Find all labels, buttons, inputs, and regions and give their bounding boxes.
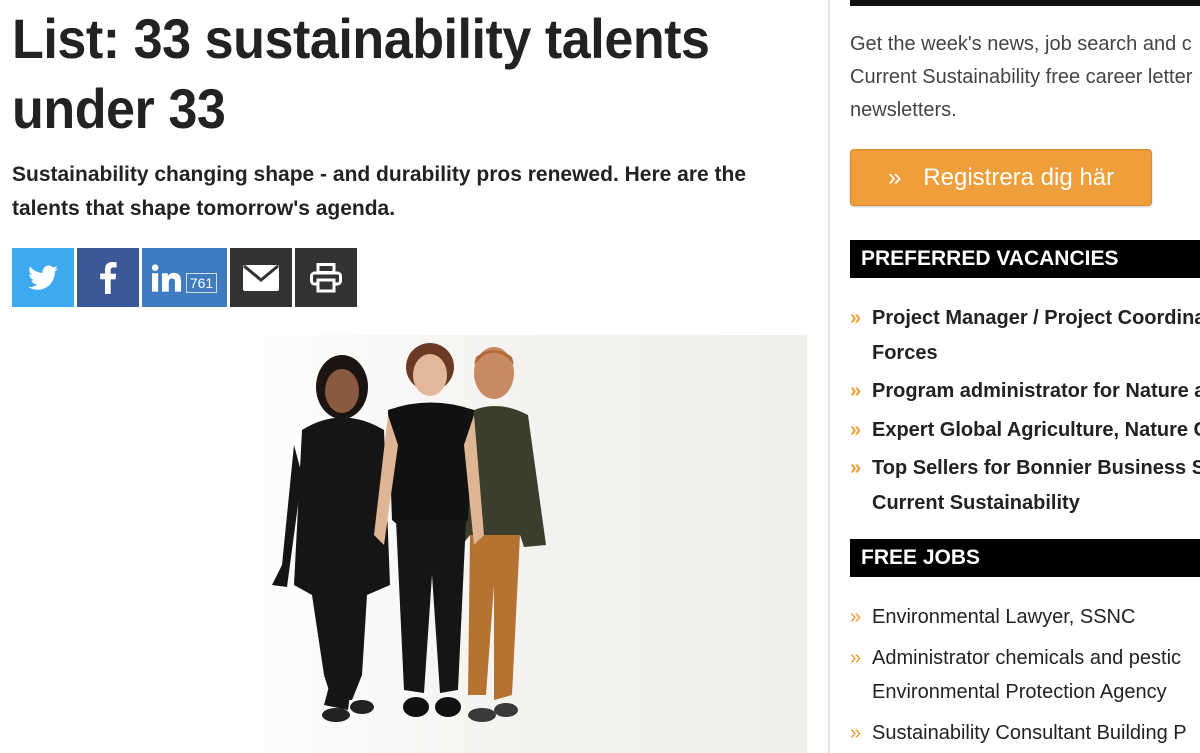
chevron-right-icon: » xyxy=(850,646,862,669)
free-jobs-list: » Environmental Lawyer, SSNC » Administrat… xyxy=(850,600,1200,753)
facebook-icon xyxy=(100,261,117,294)
job-link[interactable]: Administrator chemicals and pestic Envir… xyxy=(872,647,1181,704)
register-button-label: Registrera dig här xyxy=(923,163,1115,191)
sidebar: Get the week's news, job search and c Cu… xyxy=(830,0,1200,753)
article-title: List: 33 sustainability talents under 33 xyxy=(12,7,710,140)
linkedin-share-count: 761 xyxy=(185,272,218,293)
preferred-vacancies-list: » Project Manager / Project Coordina Forc… xyxy=(850,301,1200,524)
email-share-button[interactable] xyxy=(230,248,292,307)
facebook-share-button[interactable] xyxy=(77,248,139,307)
job-link[interactable]: Environmental Lawyer, SSNC xyxy=(872,606,1135,628)
linkedin-share-button[interactable]: 761 xyxy=(142,248,227,307)
vacancy-item: » Top Sellers for Bonnier Business Su Cur… xyxy=(850,451,1200,520)
job-item: » Environmental Lawyer, SSNC xyxy=(850,600,1200,635)
vacancy-item: » Expert Global Agriculture, Nature C xyxy=(850,413,1200,448)
article-photo xyxy=(212,335,807,753)
job-item: » Sustainability Consultant Building P xyxy=(850,716,1200,751)
vacancy-item: » Project Manager / Project Coordina Forc… xyxy=(850,301,1200,370)
article-lead: Sustainability changing shape - and dura… xyxy=(12,163,747,220)
chevron-right-icon: » xyxy=(850,418,862,441)
chevron-right-icon: » xyxy=(850,380,862,402)
register-button[interactable]: » Registrera dig här xyxy=(850,149,1152,206)
vacancy-item: » Program administrator for Nature a xyxy=(850,374,1200,409)
three-people-photo xyxy=(212,335,807,753)
vacancy-link[interactable]: Program administrator for Nature a xyxy=(872,380,1200,402)
chevron-right-icon: » xyxy=(850,457,862,479)
print-button[interactable] xyxy=(295,248,357,307)
twitter-icon xyxy=(28,264,58,290)
newsletter-intro: Get the week's news, job search and c Cu… xyxy=(850,33,1193,121)
job-link[interactable]: Sustainability Consultant Building P xyxy=(872,722,1187,744)
chevron-right-icon: » xyxy=(850,721,862,744)
chevron-right-icon: » xyxy=(850,606,862,628)
vacancy-link[interactable]: Top Sellers for Bonnier Business Su Curr… xyxy=(872,457,1200,514)
double-chevron-right-icon: » xyxy=(887,163,902,191)
vacancy-link[interactable]: Project Manager / Project Coordina Force… xyxy=(872,307,1200,364)
vacancy-link[interactable]: Expert Global Agriculture, Nature C xyxy=(872,419,1200,441)
envelope-icon xyxy=(243,264,279,291)
article-main: List: 33 sustainability talents under 33… xyxy=(0,0,828,753)
chevron-right-icon: » xyxy=(850,307,862,329)
twitter-share-button[interactable] xyxy=(12,248,74,307)
preferred-vacancies-heading: PREFERRED VACANCIES xyxy=(850,240,1200,278)
printer-icon xyxy=(310,262,342,292)
job-item: » Administrator chemicals and pestic Envi… xyxy=(850,641,1200,710)
linkedin-icon xyxy=(151,263,181,292)
share-bar: 761 xyxy=(12,248,357,307)
sidebar-top-bar xyxy=(850,0,1200,6)
free-jobs-heading: FREE JOBS xyxy=(850,539,1200,577)
